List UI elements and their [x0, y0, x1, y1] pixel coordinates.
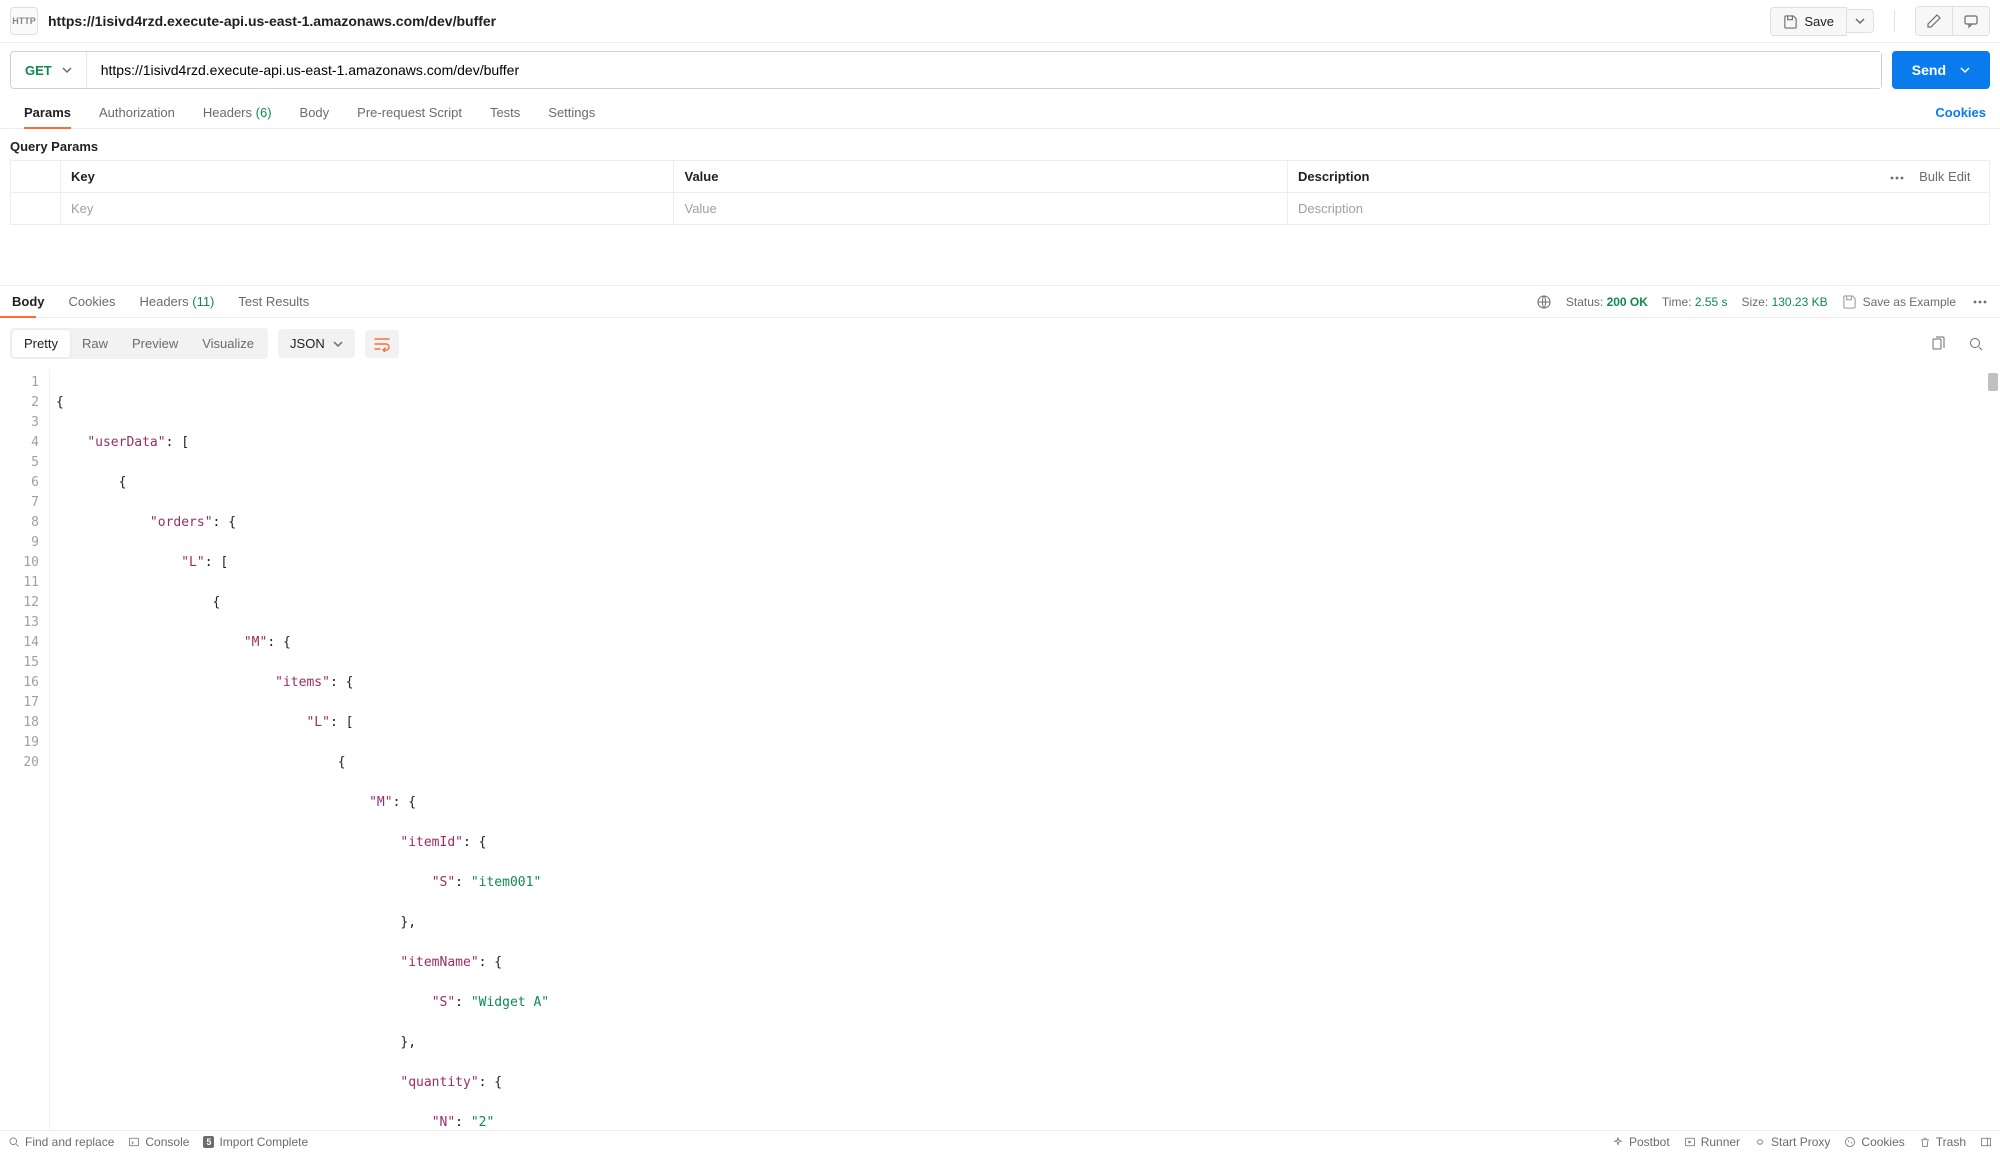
- chevron-down-icon: [333, 339, 343, 349]
- response-meta: Status: 200 OK Time: 2.55 s Size: 130.23…: [1536, 294, 2000, 310]
- resp-tab-body[interactable]: Body: [0, 286, 57, 317]
- table-row: Key Value Description: [11, 193, 1990, 225]
- more-icon[interactable]: [1890, 176, 1904, 180]
- find-replace[interactable]: Find and replace: [8, 1135, 114, 1149]
- tab-params[interactable]: Params: [10, 97, 85, 128]
- resp-tab-cookies[interactable]: Cookies: [57, 286, 128, 317]
- description-input[interactable]: Description: [1287, 193, 1989, 225]
- tab-headers-count: (6): [256, 105, 272, 120]
- resp-tab-testresults[interactable]: Test Results: [226, 286, 321, 317]
- seg-visualize[interactable]: Visualize: [190, 330, 266, 357]
- chevron-down-icon: [62, 65, 72, 75]
- url-input[interactable]: [87, 52, 1881, 88]
- save-as-example[interactable]: Save as Example: [1842, 294, 1956, 309]
- save-button-group: Save: [1770, 7, 1874, 36]
- header-icon-group: [1915, 6, 1990, 36]
- tab-headers[interactable]: Headers (6): [189, 97, 286, 128]
- line-gutter: 1234567891011121314151617181920: [0, 369, 50, 1130]
- save-icon: [1842, 294, 1857, 309]
- comment-button[interactable]: [1952, 7, 1989, 35]
- status-bar: Find and replace Console 5 Import Comple…: [0, 1130, 2000, 1153]
- chevron-down-icon: [1960, 65, 1970, 75]
- tab-headers-label: Headers: [203, 105, 252, 120]
- request-tabs: Params Authorization Headers (6) Body Pr…: [0, 97, 2000, 129]
- tab-settings[interactable]: Settings: [534, 97, 609, 128]
- method-label: GET: [25, 63, 52, 78]
- query-params-table-wrap: Key Value Description Bulk Edit Key Valu…: [0, 160, 2000, 225]
- view-mode-segment: Pretty Raw Preview Visualize: [10, 328, 268, 359]
- wrap-lines-button[interactable]: [365, 330, 399, 358]
- http-badge-icon: HTTP: [10, 7, 38, 35]
- network-icon[interactable]: [1536, 294, 1552, 310]
- trash-icon: [1919, 1136, 1931, 1148]
- proxy-icon: [1754, 1136, 1766, 1148]
- runner[interactable]: Runner: [1684, 1135, 1740, 1149]
- divider: [1894, 10, 1895, 32]
- header-bar: HTTP https://1isivd4rzd.execute-api.us-e…: [0, 0, 2000, 43]
- more-icon[interactable]: [1970, 298, 1990, 306]
- row-checkbox[interactable]: [11, 193, 61, 225]
- response-tabs: Body Cookies Headers (11) Test Results S…: [0, 286, 2000, 318]
- cookies-statusbar[interactable]: Cookies: [1844, 1135, 1904, 1149]
- body-toolbar: Pretty Raw Preview Visualize JSON: [0, 318, 2000, 369]
- request-box: GET: [10, 51, 1882, 89]
- key-input[interactable]: Key: [61, 193, 674, 225]
- bulk-edit-link[interactable]: Bulk Edit: [1919, 169, 1970, 184]
- checkbox-header: [11, 161, 61, 193]
- code-body[interactable]: { "userData": [ { "orders": { "L": [ { "…: [50, 369, 2000, 1130]
- start-proxy[interactable]: Start Proxy: [1754, 1135, 1830, 1149]
- tab-authorization[interactable]: Authorization: [85, 97, 189, 128]
- panel-toggle[interactable]: [1980, 1136, 1992, 1148]
- query-params-table: Key Value Description Bulk Edit Key Valu…: [10, 160, 1990, 225]
- tab-body[interactable]: Body: [286, 97, 344, 128]
- time-block: Time: 2.55 s: [1662, 295, 1728, 309]
- save-label: Save: [1804, 14, 1834, 29]
- cookies-link[interactable]: Cookies: [1931, 97, 1990, 128]
- save-icon: [1783, 14, 1798, 29]
- code-viewer: 1234567891011121314151617181920 { "userD…: [0, 369, 2000, 1130]
- col-description: Description: [1287, 161, 1879, 193]
- query-params-heading: Query Params: [0, 129, 2000, 160]
- edit-button[interactable]: [1916, 7, 1952, 35]
- trash[interactable]: Trash: [1919, 1135, 1966, 1149]
- format-select[interactable]: JSON: [278, 329, 355, 358]
- seg-raw[interactable]: Raw: [70, 330, 120, 357]
- search-button[interactable]: [1962, 330, 1990, 358]
- import-badge-icon: 5: [203, 1136, 214, 1148]
- send-button[interactable]: Send: [1892, 51, 1990, 89]
- request-name: https://1isivd4rzd.execute-api.us-east-1…: [48, 13, 496, 29]
- response-pane: Body Cookies Headers (11) Test Results S…: [0, 285, 2000, 1130]
- size-block: Size: 130.23 KB: [1742, 295, 1828, 309]
- tab-tests[interactable]: Tests: [476, 97, 534, 128]
- tab-prerequest[interactable]: Pre-request Script: [343, 97, 476, 128]
- resp-tab-headers[interactable]: Headers (11): [127, 286, 226, 317]
- save-dropdown[interactable]: [1847, 9, 1874, 33]
- status-block: Status: 200 OK: [1566, 295, 1648, 309]
- resp-tab-headers-count: (11): [192, 294, 214, 309]
- sparkle-icon: [1612, 1136, 1624, 1148]
- method-select[interactable]: GET: [11, 52, 87, 88]
- save-button[interactable]: Save: [1770, 7, 1847, 36]
- console[interactable]: Console: [128, 1135, 189, 1149]
- col-value: Value: [674, 161, 1287, 193]
- table-actions: Bulk Edit: [1880, 161, 1990, 193]
- console-icon: [128, 1136, 140, 1148]
- import-complete[interactable]: 5 Import Complete: [203, 1135, 308, 1149]
- postbot[interactable]: Postbot: [1612, 1135, 1670, 1149]
- cookie-icon: [1844, 1136, 1856, 1148]
- seg-preview[interactable]: Preview: [120, 330, 190, 357]
- play-icon: [1684, 1136, 1696, 1148]
- col-key: Key: [61, 161, 674, 193]
- resp-tab-headers-label: Headers: [139, 294, 188, 309]
- panel-icon: [1980, 1136, 1992, 1148]
- copy-button[interactable]: [1924, 330, 1952, 358]
- send-label: Send: [1912, 62, 1946, 78]
- value-input[interactable]: Value: [674, 193, 1287, 225]
- search-icon: [8, 1136, 20, 1148]
- format-label: JSON: [290, 336, 325, 351]
- scrollbar-thumb[interactable]: [1988, 373, 1998, 391]
- request-row: GET Send: [0, 43, 2000, 97]
- seg-pretty[interactable]: Pretty: [12, 330, 70, 357]
